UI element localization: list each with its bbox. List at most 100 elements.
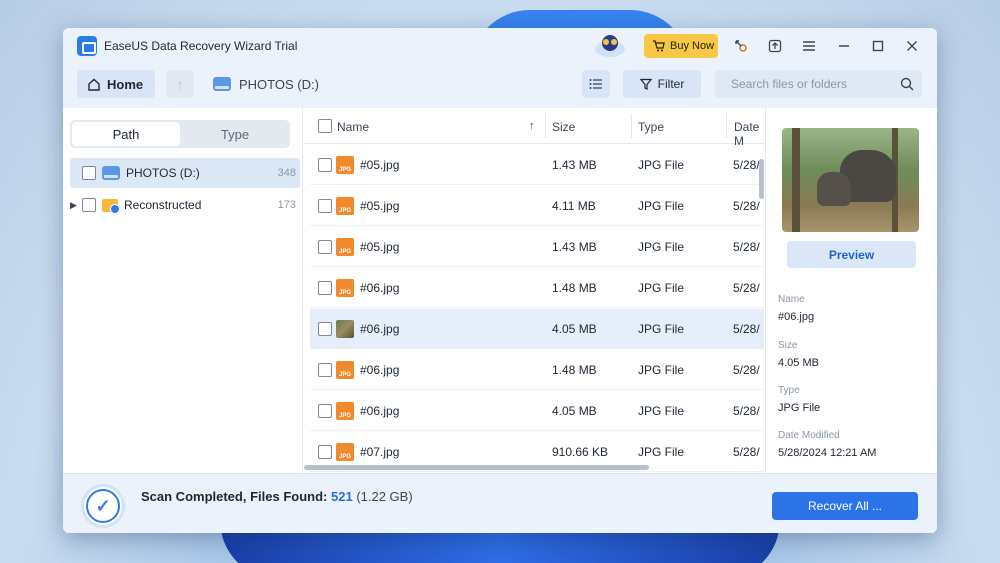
file-date: 5/28/ xyxy=(733,158,760,172)
table-row[interactable]: JPG #06.jpg 1.48 MB JPG File 5/28/ xyxy=(310,350,764,390)
up-button[interactable]: ↑ xyxy=(166,70,194,98)
list-view-button[interactable] xyxy=(582,70,610,98)
file-name: #06.jpg xyxy=(360,322,400,336)
file-size: 910.66 KB xyxy=(552,445,609,459)
close-icon[interactable] xyxy=(902,36,922,56)
file-size: 4.05 MB xyxy=(552,404,597,418)
name-label: Name xyxy=(778,294,805,305)
row-checkbox[interactable] xyxy=(318,240,332,254)
search-icon[interactable] xyxy=(900,77,914,91)
row-checkbox[interactable] xyxy=(318,404,332,418)
file-type: JPG File xyxy=(638,158,685,172)
tree-item-photos-drive[interactable]: PHOTOS (D:) 348 xyxy=(70,158,300,188)
tab-type[interactable]: Type xyxy=(182,122,288,146)
tree-checkbox[interactable] xyxy=(82,198,96,212)
total-size: (1.22 GB) xyxy=(356,489,413,504)
horizontal-scrollbar[interactable] xyxy=(304,463,764,471)
column-header-size[interactable]: Size xyxy=(552,120,575,134)
row-checkbox[interactable] xyxy=(318,199,332,213)
table-row[interactable]: JPG #06.jpg 1.48 MB JPG File 5/28/ xyxy=(310,268,764,308)
scrollbar-thumb[interactable] xyxy=(304,465,649,470)
file-size: 4.11 MB xyxy=(552,199,596,213)
file-name: #07.jpg xyxy=(360,445,400,459)
home-icon xyxy=(88,78,100,91)
menu-icon[interactable] xyxy=(799,36,819,56)
file-name: #06.jpg xyxy=(360,281,400,295)
file-size: 1.43 MB xyxy=(552,158,597,172)
file-date: 5/28/ xyxy=(733,322,760,336)
file-name: #06.jpg xyxy=(360,404,400,418)
jpg-file-icon: JPG xyxy=(336,402,354,420)
status-bar: ✓ Scan Completed, Files Found: 521 (1.22… xyxy=(63,473,937,533)
tree-checkbox[interactable] xyxy=(82,166,96,180)
title-bar: EaseUS Data Recovery Wizard Trial Buy No… xyxy=(63,28,937,64)
file-date: 5/28/ xyxy=(733,445,760,459)
file-date: 5/28/ xyxy=(733,404,760,418)
buy-now-button[interactable]: Buy Now xyxy=(644,34,718,58)
app-title: EaseUS Data Recovery Wizard Trial xyxy=(104,39,298,53)
folder-icon xyxy=(102,198,120,214)
search-field[interactable] xyxy=(715,70,922,98)
name-value: #06.jpg xyxy=(778,311,815,323)
recover-all-button[interactable]: Recover All ... xyxy=(772,492,918,520)
file-type: JPG File xyxy=(638,363,685,377)
table-header: Name ↑ Size Type Date M xyxy=(304,108,764,148)
table-row[interactable]: #06.jpg 4.05 MB JPG File 5/28/ xyxy=(310,309,764,349)
jpg-file-icon: JPG xyxy=(336,156,354,174)
table-row[interactable]: JPG #05.jpg 1.43 MB JPG File 5/28/ xyxy=(310,227,764,267)
list-view-icon xyxy=(589,79,602,89)
home-label: Home xyxy=(107,76,144,92)
row-checkbox[interactable] xyxy=(318,322,332,336)
file-type: JPG File xyxy=(638,404,685,418)
toolbar: Home ↑ PHOTOS (D:) Filter xyxy=(63,64,937,108)
app-window: EaseUS Data Recovery Wizard Trial Buy No… xyxy=(63,28,937,533)
select-all-checkbox[interactable] xyxy=(318,119,332,133)
key-icon[interactable] xyxy=(731,36,751,56)
table-row[interactable]: JPG #05.jpg 1.43 MB JPG File 5/28/ xyxy=(310,145,764,185)
filter-button[interactable]: Filter xyxy=(623,70,701,98)
type-value: JPG File xyxy=(778,402,821,414)
upload-icon[interactable] xyxy=(765,36,785,56)
cloud-mascot-icon[interactable] xyxy=(593,32,627,58)
minimize-icon[interactable] xyxy=(834,36,854,56)
jpg-file-icon: JPG xyxy=(336,197,354,215)
file-type: JPG File xyxy=(638,281,685,295)
app-logo-icon xyxy=(77,36,97,56)
table-row[interactable]: JPG #06.jpg 4.05 MB JPG File 5/28/ xyxy=(310,391,764,431)
column-header-type[interactable]: Type xyxy=(638,120,664,134)
date-modified-value: 5/28/2024 12:21 AM xyxy=(778,447,877,459)
row-checkbox[interactable] xyxy=(318,445,332,459)
breadcrumb: PHOTOS (D:) xyxy=(213,70,319,98)
file-size: 1.48 MB xyxy=(552,363,597,377)
preview-button[interactable]: Preview xyxy=(787,241,916,268)
tab-path[interactable]: Path xyxy=(72,122,180,146)
tree-item-count: 173 xyxy=(277,199,296,211)
tree-item-reconstructed[interactable]: ▶ Reconstructed 173 xyxy=(70,190,300,220)
size-label: Size xyxy=(778,340,798,351)
column-header-name[interactable]: Name xyxy=(337,120,369,134)
files-found-count: 521 xyxy=(330,489,353,504)
cart-icon xyxy=(653,40,665,52)
vertical-scrollbar[interactable] xyxy=(759,159,764,199)
arrow-up-icon: ↑ xyxy=(176,76,184,92)
file-name: #05.jpg xyxy=(360,158,400,172)
file-date: 5/28/ xyxy=(733,281,760,295)
table-row[interactable]: JPG #05.jpg 4.11 MB JPG File 5/28/ xyxy=(310,186,764,226)
file-list: Name ↑ Size Type Date M JPG #05.jpg 1.43 M… xyxy=(304,108,764,473)
file-date: 5/28/ xyxy=(733,240,760,254)
search-input[interactable] xyxy=(731,77,891,91)
jpg-file-icon: JPG xyxy=(336,361,354,379)
jpg-file-icon: JPG xyxy=(336,238,354,256)
file-size: 1.48 MB xyxy=(552,281,597,295)
row-checkbox[interactable] xyxy=(318,158,332,172)
row-checkbox[interactable] xyxy=(318,363,332,377)
sort-ascending-icon[interactable]: ↑ xyxy=(529,120,535,132)
row-checkbox[interactable] xyxy=(318,281,332,295)
maximize-icon[interactable] xyxy=(868,36,888,56)
column-header-date[interactable]: Date M xyxy=(734,120,764,148)
jpg-file-icon: JPG xyxy=(336,443,354,461)
expand-arrow-icon[interactable]: ▶ xyxy=(70,200,82,211)
file-type: JPG File xyxy=(638,445,685,459)
home-button[interactable]: Home xyxy=(77,70,155,98)
tree-item-count: 348 xyxy=(277,167,296,179)
